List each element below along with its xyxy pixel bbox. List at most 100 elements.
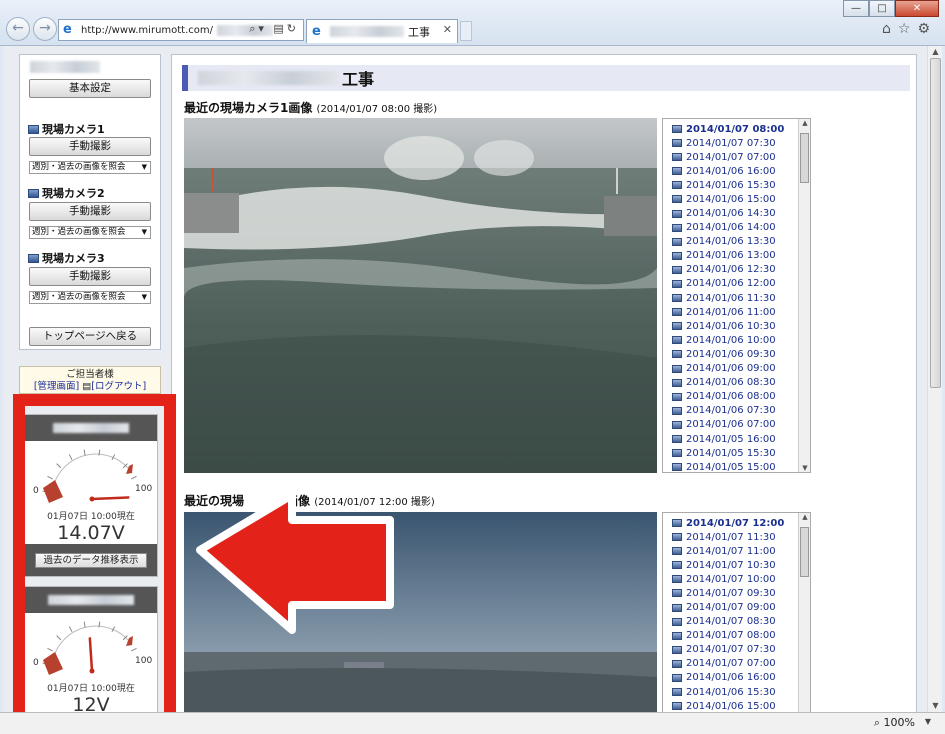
gauge-tick [83, 621, 86, 628]
image-list-item[interactable]: 2014/01/07 08:00 [663, 629, 810, 643]
image-list-item[interactable]: 2014/01/06 15:30 [663, 178, 810, 192]
scroll-thumb[interactable] [800, 527, 809, 577]
new-tab-button[interactable] [460, 21, 472, 41]
camera-3-history-select[interactable]: 週別・過去の画像を照会 ▼ [29, 291, 151, 304]
image-list-item[interactable]: 2014/01/06 09:00 [663, 362, 810, 376]
logout-icon: ▤ [82, 381, 92, 392]
gauge-1-needle [91, 496, 130, 501]
image-list-item[interactable]: 2014/01/06 16:00 [663, 671, 810, 685]
favorites-star-icon[interactable]: ☆ [898, 21, 918, 37]
camera-1-history-select[interactable]: 週別・過去の画像を照会 ▼ [29, 161, 151, 174]
chevron-down-icon[interactable]: ▼ [925, 717, 931, 726]
settings-gear-icon[interactable]: ⚙ [917, 21, 937, 37]
address-actions[interactable]: ⌕▾ ▤↻ [249, 22, 299, 36]
image-list-item[interactable]: 2014/01/06 10:30 [663, 319, 810, 333]
scroll-thumb[interactable] [800, 133, 809, 183]
chevron-up-icon[interactable]: ▲ [928, 46, 943, 58]
logout-link[interactable]: [ログアウト] [91, 381, 146, 392]
camera-1-list-scrollbar[interactable]: ▲ ▼ [798, 119, 810, 472]
photo-icon [672, 589, 682, 598]
image-list-item[interactable]: 2014/01/05 16:00 [663, 432, 810, 446]
image-list-item[interactable]: 2014/01/07 07:30 [663, 136, 810, 150]
back-arrow-icon[interactable]: ← [6, 17, 30, 41]
image-list-item[interactable]: 2014/01/07 08:30 [663, 615, 810, 629]
photo-icon [672, 364, 682, 373]
camera-2-capture-button[interactable]: 手動撮影 [29, 202, 151, 221]
image-list-item[interactable]: 2014/01/07 09:30 [663, 586, 810, 600]
minimize-icon[interactable]: — [843, 0, 869, 17]
image-list-item[interactable]: 2014/01/05 15:30 [663, 446, 810, 460]
photo-icon [672, 547, 682, 556]
image-list-item[interactable]: 2014/01/07 11:00 [663, 544, 810, 558]
image-list-item[interactable]: 2014/01/06 14:00 [663, 221, 810, 235]
image-list-item[interactable]: 2014/01/06 11:30 [663, 291, 810, 305]
image-list-item[interactable]: 2014/01/06 07:00 [663, 418, 810, 432]
camera-3-capture-button[interactable]: 手動撮影 [29, 267, 151, 286]
gauge-2-value: 12V [72, 694, 110, 712]
page-scrollbar[interactable]: ▲ ▼ [927, 46, 942, 712]
gauge-hub [89, 668, 95, 674]
image-timestamp: 2014/01/06 13:30 [686, 236, 776, 248]
image-timestamp: 2014/01/06 08:00 [686, 391, 776, 403]
image-list-item[interactable]: 2014/01/07 08:00 [663, 122, 810, 136]
image-timestamp: 2014/01/07 07:00 [686, 658, 776, 670]
basic-settings-button[interactable]: 基本設定 [29, 79, 151, 98]
zoom-icon: ⌕ [873, 716, 881, 729]
image-list-item[interactable]: 2014/01/06 12:00 [663, 277, 810, 291]
chevron-up-icon[interactable]: ▲ [799, 513, 810, 521]
chevron-down-icon[interactable]: ▼ [799, 464, 810, 472]
image-timestamp: 2014/01/06 14:00 [686, 222, 776, 234]
home-icon[interactable]: ⌂ [882, 21, 898, 37]
image-list-item[interactable]: 2014/01/06 15:00 [663, 192, 810, 206]
image-list-item[interactable]: 2014/01/07 07:30 [663, 643, 810, 657]
chevron-up-icon[interactable]: ▲ [799, 119, 810, 127]
camera-1-capture-button[interactable]: 手動撮影 [29, 137, 151, 156]
image-list-item[interactable]: 2014/01/06 10:00 [663, 333, 810, 347]
forward-arrow-icon[interactable]: → [33, 17, 57, 41]
image-list-item[interactable]: 2014/01/07 09:00 [663, 600, 810, 614]
image-list-item[interactable]: 2014/01/06 11:00 [663, 305, 810, 319]
tab-title-redacted [330, 26, 404, 37]
section-1-title: 最近の現場カメラ1画像 (2014/01/07 08:00 撮影) [184, 101, 438, 115]
gauge-tick [68, 454, 73, 461]
image-list-item[interactable]: 2014/01/07 07:00 [663, 150, 810, 164]
page-scroll-thumb[interactable] [930, 58, 941, 388]
chevron-down-icon[interactable]: ▼ [928, 700, 943, 712]
image-list-item[interactable]: 2014/01/06 09:30 [663, 347, 810, 361]
image-list-item[interactable]: 2014/01/06 13:30 [663, 235, 810, 249]
image-list-item[interactable]: 2014/01/06 12:30 [663, 263, 810, 277]
image-list-item[interactable]: 2014/01/07 10:30 [663, 558, 810, 572]
gauge-1-header [25, 415, 157, 441]
history-trend-button[interactable]: 過去のデータ推移表示 [35, 552, 147, 568]
gauge-1-title-redacted [53, 423, 129, 433]
image-list-item[interactable]: 2014/01/06 08:00 [663, 390, 810, 404]
image-list-item[interactable]: 2014/01/07 10:00 [663, 572, 810, 586]
admin-link[interactable]: [管理画面] [34, 381, 79, 392]
close-window-icon[interactable]: ✕ [895, 0, 939, 17]
image-list-item[interactable]: 2014/01/07 12:00 [663, 516, 810, 530]
status-bar: ⌕ 100% ▼ [0, 712, 945, 734]
photo-icon [672, 279, 682, 288]
image-timestamp: 2014/01/07 08:30 [686, 616, 776, 628]
image-list-item[interactable]: 2014/01/06 14:30 [663, 206, 810, 220]
back-to-top-button[interactable]: トップページへ戻る [29, 327, 151, 346]
tab-close-icon[interactable]: ✕ [443, 23, 452, 36]
browser-tab[interactable]: e 工事 ✕ [306, 19, 458, 43]
camera-1-image[interactable] [184, 118, 657, 473]
image-list-item[interactable]: 2014/01/06 16:00 [663, 164, 810, 178]
image-list-item[interactable]: 2014/01/06 15:00 [663, 699, 810, 712]
zoom-level[interactable]: ⌕ 100% [874, 716, 915, 730]
ie-icon: e [63, 22, 72, 37]
address-bar[interactable]: e http://www.mirumott.com/ ⌕▾ ▤↻ [58, 19, 304, 41]
image-list-item[interactable]: 2014/01/07 07:00 [663, 657, 810, 671]
camera-2-list-scrollbar[interactable]: ▲ [798, 513, 810, 712]
camera-2-history-select[interactable]: 週別・過去の画像を照会 ▼ [29, 226, 151, 239]
image-list-item[interactable]: 2014/01/06 15:30 [663, 685, 810, 699]
image-timestamp: 2014/01/06 10:00 [686, 334, 776, 346]
image-list-item[interactable]: 2014/01/06 13:00 [663, 249, 810, 263]
image-list-item[interactable]: 2014/01/06 08:30 [663, 376, 810, 390]
image-list-item[interactable]: 2014/01/05 15:00 [663, 460, 810, 472]
image-list-item[interactable]: 2014/01/07 11:30 [663, 530, 810, 544]
image-list-item[interactable]: 2014/01/06 07:30 [663, 404, 810, 418]
maximize-icon[interactable]: □ [869, 0, 895, 17]
